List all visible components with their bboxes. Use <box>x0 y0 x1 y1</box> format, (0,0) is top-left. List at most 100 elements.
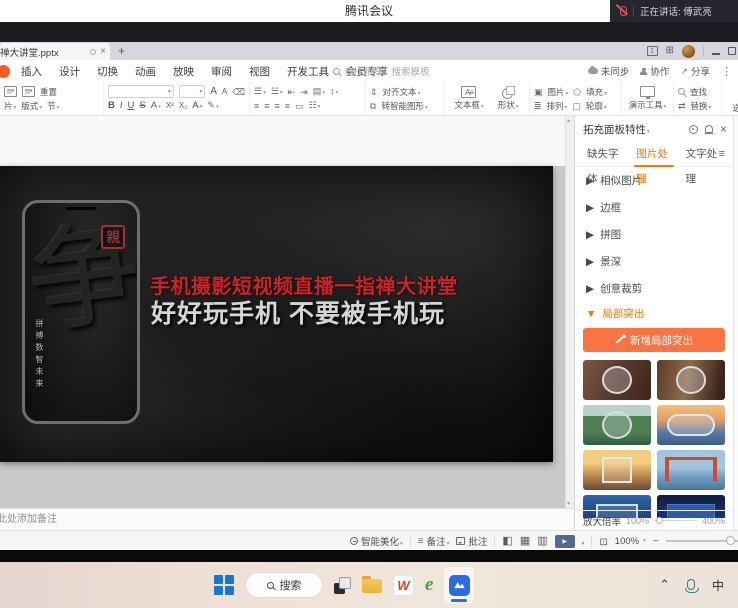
slide-subtitle-white[interactable]: 好好玩手机 不要被手机玩 <box>151 294 445 330</box>
effect-sample-skyline[interactable] <box>657 405 725 445</box>
taskbar-search[interactable]: 搜索 <box>245 572 323 598</box>
new-slide-button[interactable]: 片 <box>4 100 16 112</box>
windows-start-button[interactable] <box>214 575 234 595</box>
superscript-button[interactable]: X² <box>166 101 174 110</box>
comments-button[interactable]: 批注 <box>456 534 487 548</box>
font-size-select[interactable] <box>179 85 205 98</box>
phone-image[interactable]: 争 親 拼搏数智未来 <box>22 200 140 424</box>
to-smartart-button[interactable]: 转智能图形 <box>381 100 427 112</box>
align-center-icon[interactable]: ≡ <box>264 101 269 111</box>
reset-icon[interactable] <box>22 86 35 97</box>
underline-button[interactable]: U <box>128 100 135 111</box>
zoom-slider[interactable] <box>666 540 738 542</box>
select-button[interactable]: 选择 <box>726 84 738 113</box>
wps-office-button[interactable] <box>393 575 414 596</box>
arrange-button[interactable]: 排列 <box>547 100 568 112</box>
picture-button[interactable]: 图片 <box>548 86 569 98</box>
tab-missing-fonts[interactable]: 缺失字体 <box>581 142 628 167</box>
add-local-highlight-button[interactable]: 新增局部突出 <box>583 328 725 352</box>
document-tab[interactable]: 禅大讲堂.pptx × <box>0 43 110 60</box>
strikethrough-button[interactable]: S <box>139 100 145 111</box>
layout-button[interactable]: 版式 <box>21 100 42 112</box>
restore-button[interactable] <box>728 47 736 55</box>
decrease-indent-icon[interactable]: ⇤ <box>288 87 296 97</box>
outline-button[interactable]: 轮廓 <box>586 100 607 112</box>
menu-view[interactable]: 视图 <box>249 64 270 79</box>
tab-image-processing[interactable]: 图片处理 <box>630 142 677 167</box>
effect-sample-sunset[interactable] <box>583 450 651 490</box>
reading-view-icon[interactable]: ▥ <box>537 535 547 547</box>
page-view-icon[interactable] <box>647 46 658 56</box>
tray-chevron-icon[interactable] <box>659 576 670 594</box>
zoom-out-button[interactable]: − <box>653 536 659 547</box>
slide-canvas[interactable]: 争 親 拼搏数智未来 手机摄影短视频直播一指禅大讲堂 好好玩手机 不要被手机玩 <box>0 166 553 462</box>
justify-icon[interactable]: ≡ <box>285 101 290 111</box>
smart-beautify-button[interactable]: 智能美化 <box>350 534 403 548</box>
normal-view-icon[interactable]: ◧ <box>502 535 512 547</box>
align-text-button[interactable]: 对齐文本 <box>383 86 421 98</box>
decrease-font-button[interactable]: A <box>222 87 227 96</box>
tab-close-icon[interactable]: × <box>100 47 106 57</box>
align-left-icon[interactable]: ≡ <box>254 101 259 111</box>
increase-indent-icon[interactable]: ⇥ <box>300 87 308 97</box>
zoom-slider-handle[interactable] <box>726 536 735 545</box>
menu-animation[interactable]: 动画 <box>135 64 156 79</box>
increase-font-button[interactable]: A <box>210 86 217 97</box>
vertical-scrollbar[interactable] <box>565 116 574 508</box>
present-tools-button[interactable]: 演示工具 <box>626 84 669 113</box>
italic-button[interactable]: I <box>120 100 123 111</box>
fill-button[interactable]: 填充 <box>586 86 607 98</box>
command-search[interactable]: 查找命令、搜索模板 <box>333 60 430 82</box>
distribute-icon[interactable]: ▭ <box>295 101 304 111</box>
task-view-button[interactable] <box>334 577 351 594</box>
section-similar-images[interactable]: 相似图片 <box>575 167 733 194</box>
tray-mic-icon[interactable] <box>687 579 695 590</box>
textbox-button[interactable]: 文本框 <box>454 84 483 113</box>
tencent-meeting-button[interactable] <box>444 567 474 603</box>
layout-icon[interactable] <box>4 86 17 97</box>
font-name-select[interactable] <box>108 85 174 98</box>
menu-insert[interactable]: 插入 <box>21 64 42 79</box>
menu-design[interactable]: 设计 <box>59 64 80 79</box>
shapes-button[interactable]: 形状 <box>498 84 519 113</box>
section-border[interactable]: 边框 <box>575 194 733 221</box>
app-grid-icon[interactable] <box>666 46 674 56</box>
menu-transition[interactable]: 切换 <box>97 64 118 79</box>
text-effect-button[interactable]: A <box>192 100 202 111</box>
align-right-icon[interactable]: ≡ <box>275 101 280 111</box>
panel-close-icon[interactable] <box>720 120 727 138</box>
subscript-button[interactable]: X₂ <box>179 101 187 110</box>
play-dropdown-icon[interactable] <box>582 532 585 550</box>
pin-bell-icon[interactable] <box>705 125 713 133</box>
text-direction-icon[interactable]: ▤ <box>313 86 325 98</box>
row-spacing-icon[interactable]: ☷ <box>309 100 321 112</box>
section-collage[interactable]: 拼图 <box>575 221 733 248</box>
menu-devtools[interactable]: 开发工具 <box>287 64 329 79</box>
slide-sorter-icon[interactable]: ▦ <box>520 535 530 547</box>
notes-bar[interactable]: 此处添加备注 <box>0 508 574 530</box>
effect-sample-bridge[interactable] <box>657 450 725 490</box>
font-color-button[interactable]: A <box>151 100 161 111</box>
panel-tab-menu-icon[interactable] <box>719 148 725 160</box>
panel-title[interactable]: 拓充面板特性 <box>583 122 650 137</box>
replace-button[interactable]: 替换 <box>691 100 712 112</box>
menu-review[interactable]: 审阅 <box>211 64 232 79</box>
section-depth[interactable]: 景深 <box>575 248 733 275</box>
numbering-icon[interactable]: ☱ <box>271 86 283 98</box>
wps-logo-icon[interactable] <box>0 65 10 78</box>
collaborate-button[interactable]: 协作 <box>640 64 669 78</box>
find-button[interactable]: 查找 <box>690 86 707 98</box>
menu-slideshow[interactable]: 放映 <box>173 64 194 79</box>
magnify-slider-handle[interactable] <box>656 517 663 524</box>
more-menu-icon[interactable] <box>721 62 732 80</box>
effect-sample-hand-pen[interactable] <box>657 360 725 400</box>
reset-label[interactable]: 重置 <box>40 86 57 98</box>
file-explorer-button[interactable] <box>362 579 382 594</box>
fit-slide-icon[interactable] <box>599 532 607 550</box>
clear-format-icon[interactable]: ⌫ <box>232 87 245 97</box>
slideshow-play-button[interactable] <box>555 535 575 548</box>
line-spacing-icon[interactable]: ↕ <box>330 86 338 98</box>
settings-gear-icon[interactable] <box>689 125 698 134</box>
section-local-highlight[interactable]: 局部突出 <box>575 302 733 325</box>
effect-sample-lake[interactable] <box>583 405 651 445</box>
